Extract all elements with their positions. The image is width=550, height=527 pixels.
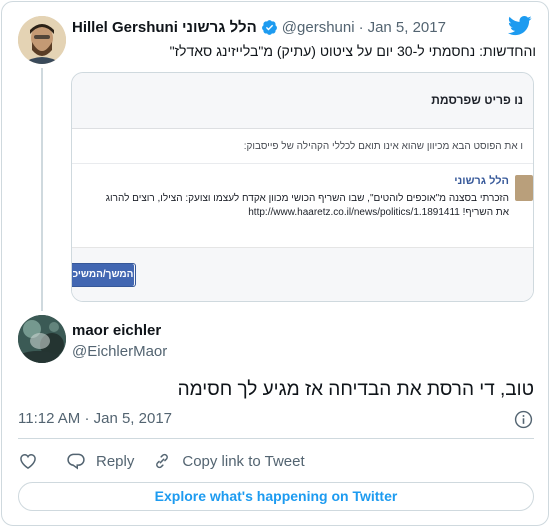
fb-post-line2: את השריף! http://www.haaretz.co.il/news/… [248,207,509,218]
twitter-logo-icon[interactable] [508,16,532,36]
tweet-time-separator: · [84,410,90,427]
reply-icon [67,453,85,470]
fb-dialog-title: נו פריט שפרסמת [431,93,523,107]
fb-dialog-note: ו את הפוסט הבא מכיוון שהוא אינו תואם לכל… [243,141,523,152]
embedded-tweet-card: Hillel Gershuni הלל גרשוני @gershuni · J… [1,1,549,526]
parent-display-name[interactable]: Hillel Gershuni הלל גרשוני [72,19,257,36]
author-avatar[interactable] [18,315,66,363]
parent-header: Hillel Gershuni הלל גרשוני @gershuni · J… [72,19,446,36]
fb-post-line1: הזכרתי בסצנה מ"אוכפים לוהטים", שבו השריף… [105,193,509,204]
fb-dialog-footer: המשך/המשיכ [72,247,533,301]
reply-label: Reply [96,452,135,470]
tweet-time: 11:12 AM [18,410,81,427]
parent-separator: · [358,19,364,36]
verified-badge-icon [261,20,277,35]
thread-line [41,68,43,311]
author-display-name[interactable]: maor eichler [72,322,161,339]
link-icon [156,453,169,469]
fb-dialog-body: ו את הפוסט הבא מכיוון שהוא אינו תואם לכל… [72,129,533,301]
parent-handle[interactable]: @gershuni [282,19,355,36]
fb-dialog-header: נו פריט שפרסמת [72,73,533,129]
tweet-date: Jan 5, 2017 [93,410,173,427]
tweet-timestamp[interactable]: 11:12 AM · Jan 5, 2017 [18,410,172,427]
copy-link-label: Copy link to Tweet [182,452,305,470]
fb-post-author: הלל גרשוני [454,175,509,187]
like-button[interactable] [18,451,48,471]
parent-avatar[interactable] [18,16,66,64]
copy-link-button[interactable]: Copy link to Tweet [152,451,305,471]
tweet-text: טוב, די הרסת את הבדיחה אז מגיע לך חסימה [177,379,534,400]
info-icon[interactable] [514,410,533,429]
author-handle[interactable]: @EichlerMaor [72,343,167,360]
divider [18,438,534,439]
fb-continue-button: המשך/המשיכ [72,264,134,286]
fb-post-avatar [515,175,533,201]
attached-image[interactable]: נו פריט שפרסמת ו את הפוסט הבא מכיוון שהו… [71,72,534,302]
explore-button[interactable]: Explore what's happening on Twitter [18,482,534,511]
parent-date[interactable]: Jan 5, 2017 [368,19,446,36]
action-bar: Reply Copy link to Tweet [18,449,323,473]
heart-icon [20,453,36,469]
reply-button[interactable]: Reply [66,451,134,471]
parent-tweet-text: והחדשות: נחסמתי ל-30 יום על ציטוט (עתיק)… [169,43,536,59]
fb-divider [72,163,533,164]
fb-post-line2-text: את השריף! [462,207,509,218]
fb-post-url: http://www.haaretz.co.il/news/politics/1… [248,207,460,218]
